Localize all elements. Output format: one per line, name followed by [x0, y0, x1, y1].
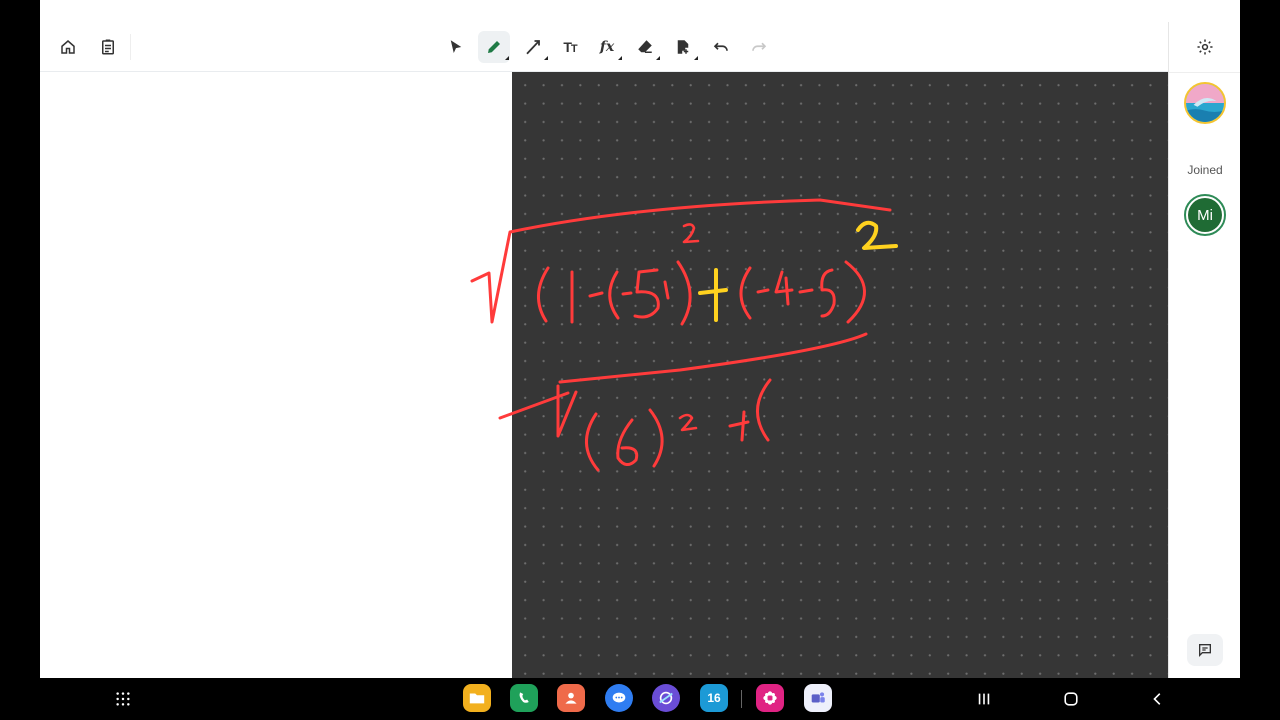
- gear-icon[interactable]: [1189, 34, 1221, 60]
- toolbar: TT fx: [40, 22, 1168, 72]
- galaxy-store-app-icon[interactable]: [756, 684, 784, 712]
- teams-app-icon[interactable]: [804, 684, 832, 712]
- blank-page-area[interactable]: [40, 72, 512, 678]
- tool-options-indicator: [694, 56, 698, 60]
- host-avatar[interactable]: [1184, 82, 1226, 124]
- messages-app-icon[interactable]: [605, 684, 633, 712]
- back-icon[interactable]: [1144, 686, 1172, 712]
- formula-icon[interactable]: fx: [591, 31, 623, 63]
- select-icon[interactable]: [440, 31, 472, 63]
- participant-avatar[interactable]: Mi: [1184, 194, 1226, 236]
- tool-options-indicator: [544, 56, 548, 60]
- contacts-app-icon[interactable]: [557, 684, 585, 712]
- status-bar: [40, 0, 1240, 22]
- redo-icon[interactable]: [743, 31, 775, 63]
- eraser-icon[interactable]: [629, 31, 661, 63]
- participant-initials: Mi: [1188, 198, 1222, 232]
- text-icon[interactable]: TT: [554, 31, 586, 63]
- calendar-day: 16: [707, 691, 721, 705]
- recent-apps-icon[interactable]: [970, 686, 998, 712]
- joined-label: Joined: [1187, 163, 1223, 177]
- image-icon[interactable]: [667, 31, 699, 63]
- android-navigation-bar: 16: [0, 678, 1280, 720]
- phone-app-icon[interactable]: [510, 684, 538, 712]
- undo-icon[interactable]: [705, 31, 737, 63]
- whiteboard-canvas[interactable]: [512, 72, 1168, 678]
- chat-icon[interactable]: [1187, 634, 1223, 666]
- toolbar-divider: [130, 34, 131, 60]
- tool-options-indicator: [656, 56, 660, 60]
- dock-divider: [741, 690, 742, 708]
- pen-icon[interactable]: [478, 31, 510, 63]
- app-drawer-icon[interactable]: [109, 686, 137, 712]
- tool-options-indicator: [618, 56, 622, 60]
- app-window: TT fx Joined Mi: [40, 0, 1240, 678]
- tool-options-indicator: [505, 56, 509, 60]
- notes-icon[interactable]: [92, 31, 124, 63]
- line-icon[interactable]: [517, 31, 549, 63]
- panel-divider: [1169, 72, 1240, 73]
- participants-panel: Joined Mi: [1168, 22, 1240, 678]
- dolphin-picture: [1186, 84, 1224, 122]
- home-button-icon[interactable]: [1057, 686, 1085, 712]
- home-icon[interactable]: [52, 31, 84, 63]
- calendar-app-icon[interactable]: 16: [700, 684, 728, 712]
- folder-app-icon[interactable]: [463, 684, 491, 712]
- internet-app-icon[interactable]: [652, 684, 680, 712]
